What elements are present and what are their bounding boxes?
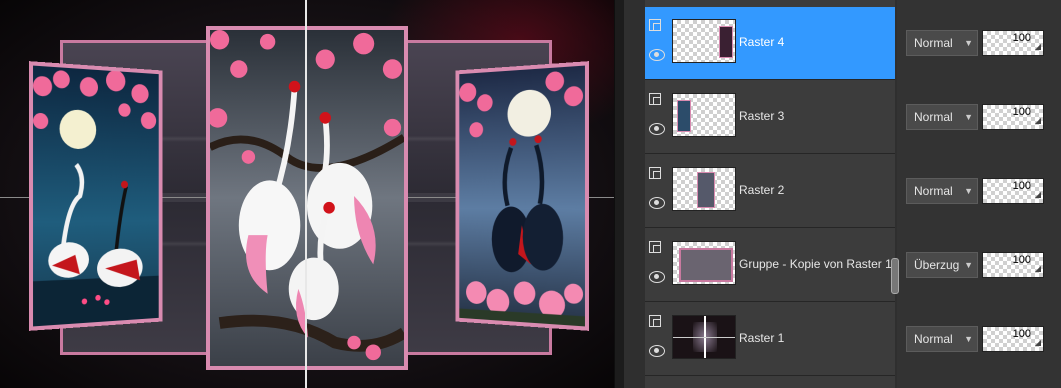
layer-name: Raster 2 [739,183,784,197]
chevron-down-icon: ▼ [964,105,973,129]
layer-name: Gruppe - Kopie von Raster 1 [739,257,892,271]
layer-row-raster-4[interactable]: Raster 4 [645,7,895,80]
opacity-field[interactable]: 100 ◢ [982,326,1044,352]
visibility-eye-icon[interactable] [649,197,665,209]
layers-panel: Raster 4 Raster 3 Raster 2 Gruppe - Kopi… [624,0,1061,388]
opacity-field[interactable]: 100 ◢ [982,178,1044,204]
opacity-field[interactable]: 100 ◢ [982,104,1044,130]
blend-mode-dropdown[interactable]: Normal ▼ [906,178,978,204]
layer-group-icon[interactable] [649,93,661,105]
panel-splitter-handle[interactable] [891,258,899,294]
image-canvas[interactable] [0,0,614,388]
layer-group-icon[interactable] [649,19,661,31]
left-crane-card [29,61,162,331]
chevron-down-icon: ▼ [964,253,973,277]
layer-row-raster-1[interactable]: Raster 1 [645,303,895,376]
opacity-field[interactable]: 100 ◢ [982,30,1044,56]
layer-row-gruppe-kopie[interactable]: Gruppe - Kopie von Raster 1 [645,229,895,302]
blend-mode-dropdown[interactable]: Überzug ▼ [906,252,978,278]
chevron-down-icon: ▼ [964,327,973,351]
layer-thumbnail [672,241,736,285]
opacity-field[interactable]: 100 ◢ [982,252,1044,278]
right-crane-card [456,61,589,331]
layer-thumbnail [672,315,736,359]
blend-mode-dropdown[interactable]: Normal ▼ [906,30,978,56]
layer-row-raster-3[interactable]: Raster 3 [645,81,895,154]
visibility-eye-icon[interactable] [649,49,665,61]
vertical-guide [305,0,307,388]
visibility-eye-icon[interactable] [649,271,665,283]
blend-mode-dropdown[interactable]: Normal ▼ [906,104,978,130]
layer-thumbnail [672,19,736,63]
chevron-down-icon: ▼ [964,31,973,55]
blend-mode-dropdown[interactable]: Normal ▼ [906,326,978,352]
layer-group-icon[interactable] [649,315,661,327]
center-crane-card [206,26,408,370]
chevron-down-icon: ▼ [964,179,973,203]
layer-group-icon[interactable] [649,241,661,253]
visibility-eye-icon[interactable] [649,123,665,135]
layer-name: Raster 4 [739,35,784,49]
layer-thumbnail [672,93,736,137]
visibility-eye-icon[interactable] [649,345,665,357]
layer-thumbnail [672,167,736,211]
layer-row-raster-2[interactable]: Raster 2 [645,155,895,228]
layer-name: Raster 1 [739,331,784,345]
layer-group-icon[interactable] [649,167,661,179]
layer-name: Raster 3 [739,109,784,123]
